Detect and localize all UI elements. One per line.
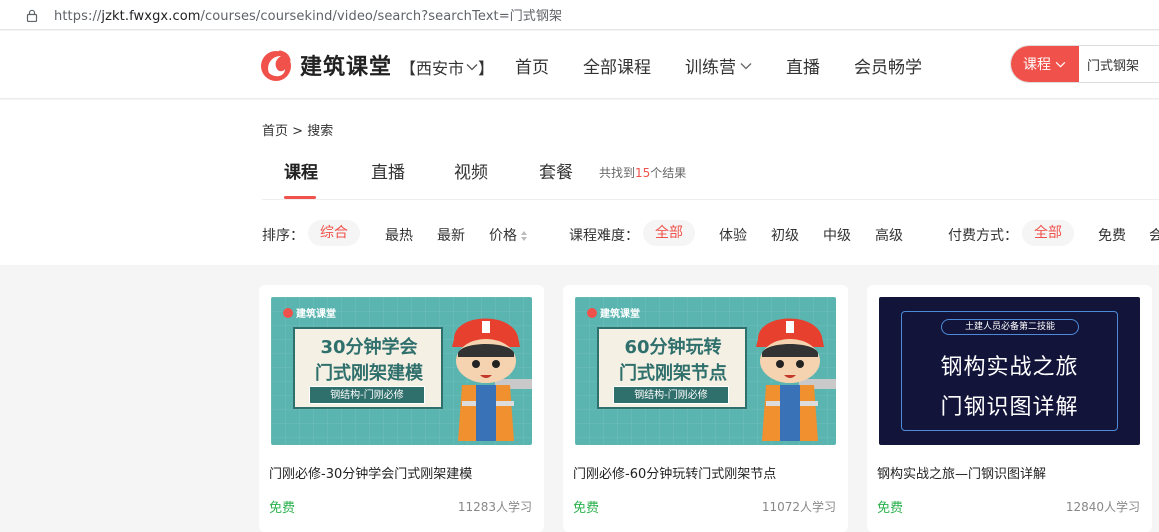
- difficulty-label: 课程难度：: [569, 228, 639, 244]
- search-type-label: 课程: [1023, 57, 1051, 73]
- difficulty-option-trial[interactable]: 体验: [719, 225, 747, 245]
- payment-option-member[interactable]: 会: [1149, 225, 1159, 245]
- url-text[interactable]: https://jzkt.fwxgx.com/courses/coursekin…: [54, 5, 562, 24]
- sort-option-hottest[interactable]: 最热: [385, 225, 413, 245]
- thumbnail-tag: 钢结构-门刚必修: [309, 386, 425, 404]
- logo-icon: [261, 50, 291, 81]
- tab-courses[interactable]: 课程: [284, 158, 318, 183]
- mascot-worker-icon: [756, 318, 836, 441]
- nav-home[interactable]: 首页: [515, 53, 549, 78]
- site-logo[interactable]: 建筑课堂: [258, 47, 392, 83]
- thumbnail-title-board: 30分钟学会 门式刚架建模 钢结构-门刚必修: [293, 327, 443, 409]
- brand-dot-icon: [587, 307, 597, 318]
- payment-label: 付费方式：: [948, 228, 1018, 244]
- sort-arrows-icon: [521, 231, 527, 241]
- difficulty-option-intermediate[interactable]: 中级: [823, 225, 851, 245]
- nav-label: 训练营: [685, 58, 736, 78]
- thumbnail-pill: 土建人员必备第二技能: [941, 319, 1079, 335]
- thumbnail-tag: 钢结构-门刚必修: [613, 386, 729, 404]
- breadcrumb-home[interactable]: 首页: [262, 124, 288, 139]
- sort-label: 排序：: [262, 228, 304, 244]
- active-tab-indicator: [284, 196, 316, 199]
- difficulty-option-beginner[interactable]: 初级: [771, 225, 799, 245]
- course-price: 免费: [269, 501, 296, 516]
- address-bar[interactable]: https://jzkt.fwxgx.com/courses/coursekin…: [0, 0, 1159, 30]
- thumbnail-brand: 建筑课堂: [587, 305, 640, 320]
- result-suffix: 个结果: [650, 166, 687, 180]
- tab-packages[interactable]: 套餐: [539, 158, 573, 183]
- course-card[interactable]: 建筑课堂 30分钟学会 门式刚架建模 钢结构-门刚必修 门刚必修-30分钟学会门…: [259, 285, 544, 532]
- tab-live[interactable]: 直播: [371, 158, 405, 183]
- sort-price-label: 价格: [489, 228, 517, 244]
- payment-option-all[interactable]: 全部: [1022, 220, 1074, 246]
- course-title[interactable]: 钢构实战之旅—门钢识图详解: [877, 463, 1046, 482]
- course-title[interactable]: 门刚必修-60分钟玩转门式刚架节点: [573, 463, 776, 482]
- course-thumbnail[interactable]: 土建人员必备第二技能 钢构实战之旅 门钢识图详解: [879, 297, 1140, 445]
- thumbnail-line1: 钢构实战之旅: [940, 355, 1079, 380]
- city-name: 【西安市: [400, 59, 465, 78]
- result-prefix: 共找到: [599, 166, 636, 180]
- tab-videos[interactable]: 视频: [454, 158, 488, 183]
- city-selector[interactable]: 【西安市 】: [400, 55, 494, 79]
- thumbnail-line2: 门式刚架建模: [315, 363, 423, 384]
- result-tabs: 课程 直播 视频 套餐 共找到15个结果: [262, 158, 1159, 200]
- thumbnail-line2: 门式刚架节点: [619, 363, 727, 384]
- nav-training-camp[interactable]: 训练营: [685, 53, 752, 78]
- difficulty-option-all[interactable]: 全部: [643, 220, 695, 246]
- result-count: 共找到15个结果: [599, 164, 686, 181]
- course-price: 免费: [573, 501, 600, 516]
- chevron-down-icon: [466, 64, 478, 71]
- url-path: /courses/coursekind/video/search?searchT…: [200, 9, 563, 24]
- learner-count: 11283人学习: [457, 500, 532, 514]
- url-host: jzkt.fwxgx.com: [101, 9, 201, 24]
- thumbnail-brand: 建筑课堂: [283, 305, 336, 320]
- sort-option-newest[interactable]: 最新: [437, 225, 465, 245]
- course-card[interactable]: 建筑课堂 60分钟玩转 门式刚架节点 钢结构-门刚必修 门刚必修-60分钟玩转门…: [563, 285, 848, 532]
- sort-option-comprehensive[interactable]: 综合: [308, 220, 360, 246]
- course-title[interactable]: 门刚必修-30分钟学会门式刚架建模: [269, 463, 472, 482]
- nav-label: 直播: [786, 58, 820, 78]
- city-bracket: 】: [478, 59, 495, 78]
- course-card[interactable]: 土建人员必备第二技能 钢构实战之旅 门钢识图详解 钢构实战之旅—门钢识图详解 免…: [867, 285, 1152, 532]
- course-thumbnail[interactable]: 建筑课堂 60分钟玩转 门式刚架节点 钢结构-门刚必修: [575, 297, 836, 445]
- search-panel: 首页 > 搜索 课程 直播 视频 套餐 共找到15个结果 排序： 综合 最热 最…: [0, 100, 1159, 265]
- url-scheme: https://: [54, 9, 102, 24]
- search-type-dropdown[interactable]: 课程: [1011, 46, 1079, 82]
- difficulty-option-advanced[interactable]: 高级: [875, 225, 903, 245]
- sort-option-price[interactable]: 价格: [489, 225, 528, 245]
- search-input[interactable]: [1079, 46, 1159, 82]
- breadcrumb: 首页 > 搜索: [262, 120, 333, 139]
- main-nav: 首页 全部课程 训练营 直播 会员畅学: [515, 53, 956, 78]
- logo-text: 建筑课堂: [300, 55, 393, 80]
- course-thumbnail[interactable]: 建筑课堂 30分钟学会 门式刚架建模 钢结构-门刚必修: [271, 297, 532, 445]
- thumbnail-line1: 60分钟玩转: [624, 337, 722, 358]
- payment-option-free[interactable]: 免费: [1098, 225, 1126, 245]
- chevron-down-icon: [1055, 61, 1066, 68]
- learner-count: 11072人学习: [761, 500, 836, 514]
- nav-label: 会员畅学: [854, 58, 922, 78]
- nav-live[interactable]: 直播: [786, 53, 820, 78]
- lock-icon[interactable]: [26, 9, 38, 22]
- thumbnail-title-board: 60分钟玩转 门式刚架节点 钢结构-门刚必修: [597, 327, 747, 409]
- course-price: 免费: [877, 501, 904, 516]
- mascot-worker-icon: [452, 318, 532, 441]
- thumbnail-line1: 30分钟学会: [320, 337, 418, 358]
- chevron-down-icon: [740, 62, 752, 69]
- result-number: 15: [635, 166, 651, 180]
- search-box: 课程: [1010, 45, 1159, 83]
- nav-all-courses[interactable]: 全部课程: [583, 53, 651, 78]
- nav-label: 首页: [515, 58, 549, 78]
- breadcrumb-separator: >: [292, 124, 304, 139]
- brand-dot-icon: [283, 307, 293, 318]
- site-header: 建筑课堂 【西安市 】 首页 全部课程 训练营 直播 会员畅学 课程: [0, 31, 1159, 99]
- filter-bar: 排序： 综合 最热 最新 价格 课程难度： 全部 体验 初级 中级 高级 付费方…: [262, 220, 1159, 246]
- thumbnail-line2: 门钢识图详解: [940, 395, 1079, 420]
- nav-membership[interactable]: 会员畅学: [854, 53, 922, 78]
- thumbnail-brand-text: 建筑课堂: [600, 309, 640, 320]
- nav-label: 全部课程: [583, 58, 651, 78]
- learner-count: 12840人学习: [1065, 500, 1140, 514]
- breadcrumb-current: 搜索: [307, 124, 334, 139]
- thumbnail-brand-text: 建筑课堂: [296, 309, 336, 320]
